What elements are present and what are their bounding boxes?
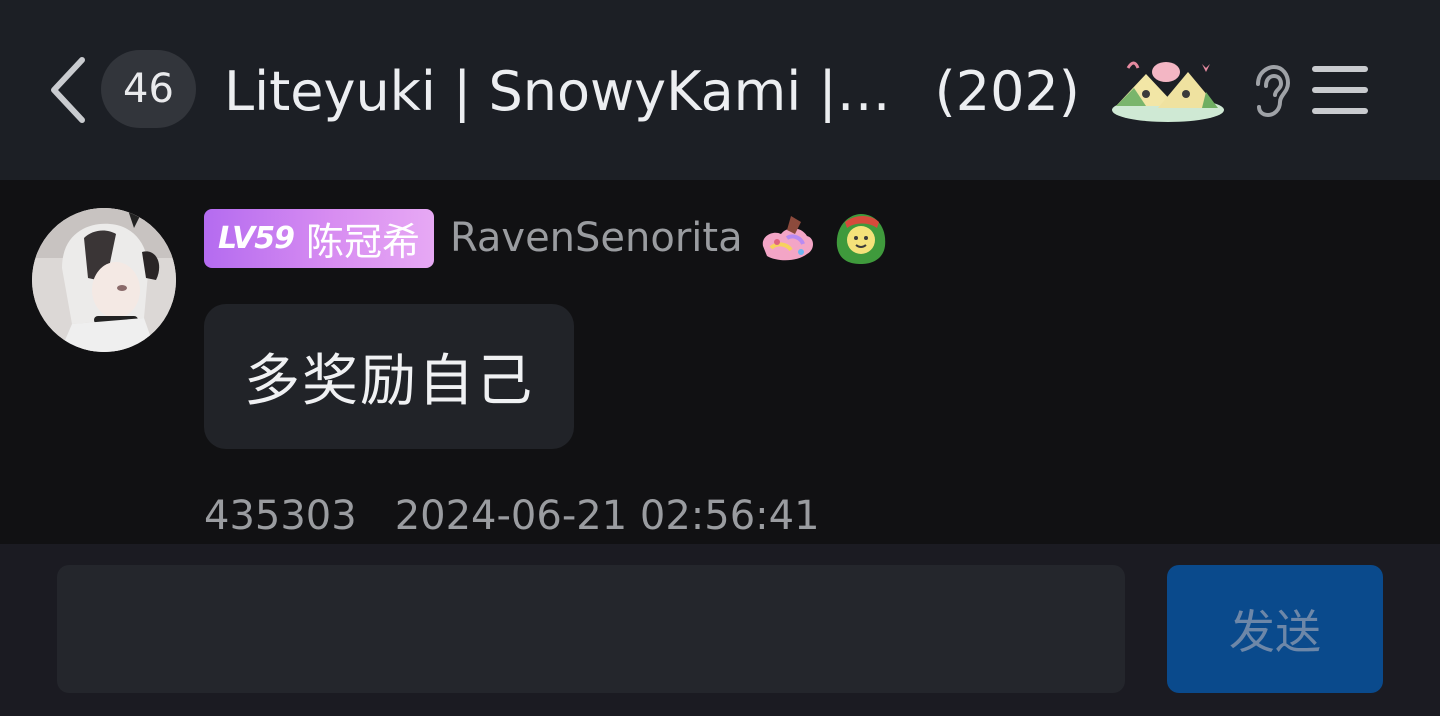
unread-count-badge[interactable]: 46 — [101, 50, 196, 128]
send-button[interactable]: 发送 — [1167, 565, 1383, 693]
member-title: 陈冠希 — [305, 219, 420, 264]
message-input[interactable] — [57, 565, 1125, 693]
hamburger-menu-icon[interactable] — [1310, 64, 1370, 116]
avatar-image — [32, 208, 176, 352]
message-bubble[interactable]: 多奖励自己 — [204, 304, 574, 449]
group-name: Liteyuki | SnowyKami |… — [224, 60, 891, 123]
level-label: LV59 — [218, 220, 295, 256]
message-timestamp: 2024-06-21 02:56:41 — [394, 493, 820, 539]
message-footer: 435303 2024-06-21 02:56:41 — [204, 492, 820, 540]
sender-avatar[interactable] — [32, 208, 176, 352]
member-count: (202) — [934, 60, 1080, 123]
colorful-sticker-icon — [762, 216, 813, 261]
chat-header: 46 Liteyuki | SnowyKami |… (202) — [0, 0, 1440, 180]
chat-title[interactable]: Liteyuki | SnowyKami |… (202) — [224, 52, 1104, 132]
green-zongzi-sticker-icon — [836, 214, 885, 264]
message-id: 435303 — [204, 493, 357, 539]
chevron-left-icon[interactable] — [44, 54, 92, 126]
ear-icon[interactable] — [1250, 64, 1290, 118]
message-list[interactable]: LV59 陈冠希 RavenSenorita 多奖励自己 435303 2024… — [0, 180, 1440, 544]
level-title-badge: LV59 陈冠希 — [204, 208, 434, 268]
message-meta: LV59 陈冠希 RavenSenorita — [204, 208, 891, 268]
composer-bar: 发送 — [0, 544, 1440, 716]
zongzi-sticker-icon — [1112, 61, 1224, 122]
sender-name[interactable]: RavenSenorita — [450, 215, 743, 261]
